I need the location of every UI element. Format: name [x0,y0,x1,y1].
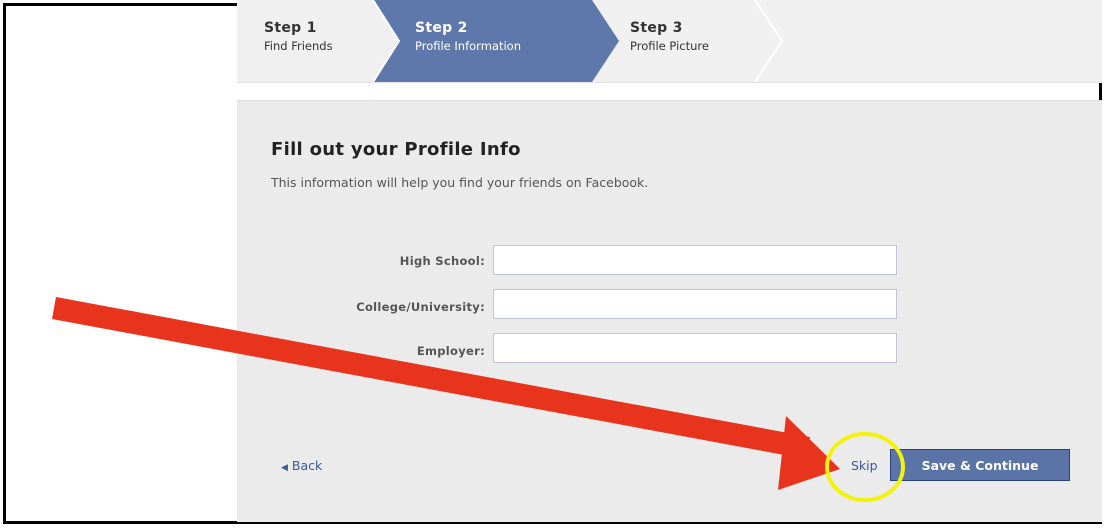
high-school-input[interactable] [493,245,897,275]
step-number: Step 1 [264,20,317,36]
wizard-steps-bar: Step 1 Find Friends Step 2 Profile Infor… [237,0,1102,83]
step-number: Step 3 [630,20,683,36]
step-label: Profile Information [415,39,521,53]
step-3-divider [754,0,784,82]
high-school-label: High School: [399,254,485,268]
back-label: Back [291,458,323,473]
wizard-step-2[interactable]: Step 2 Profile Information [415,20,521,53]
save-continue-button[interactable]: Save & Continue [890,449,1070,481]
page-title: Fill out your Profile Info [271,139,521,160]
page-subtitle: This information will help you find your… [271,175,649,190]
college-university-input[interactable] [493,289,897,319]
step-label: Profile Picture [630,39,709,53]
chevron-left-icon: ◀ [281,463,288,473]
back-link[interactable]: ◀ Back [281,458,322,473]
step-number: Step 2 [415,20,468,36]
step-label: Find Friends [264,39,333,53]
profile-info-panel: Fill out your Profile Info This informat… [237,100,1102,522]
skip-link[interactable]: Skip [851,458,878,473]
employer-input[interactable] [493,333,897,363]
college-university-label: College/University: [356,300,485,314]
wizard-step-1[interactable]: Step 1 Find Friends [264,20,333,53]
employer-label: Employer: [416,344,485,358]
wizard-step-3[interactable]: Step 3 Profile Picture [630,20,709,53]
